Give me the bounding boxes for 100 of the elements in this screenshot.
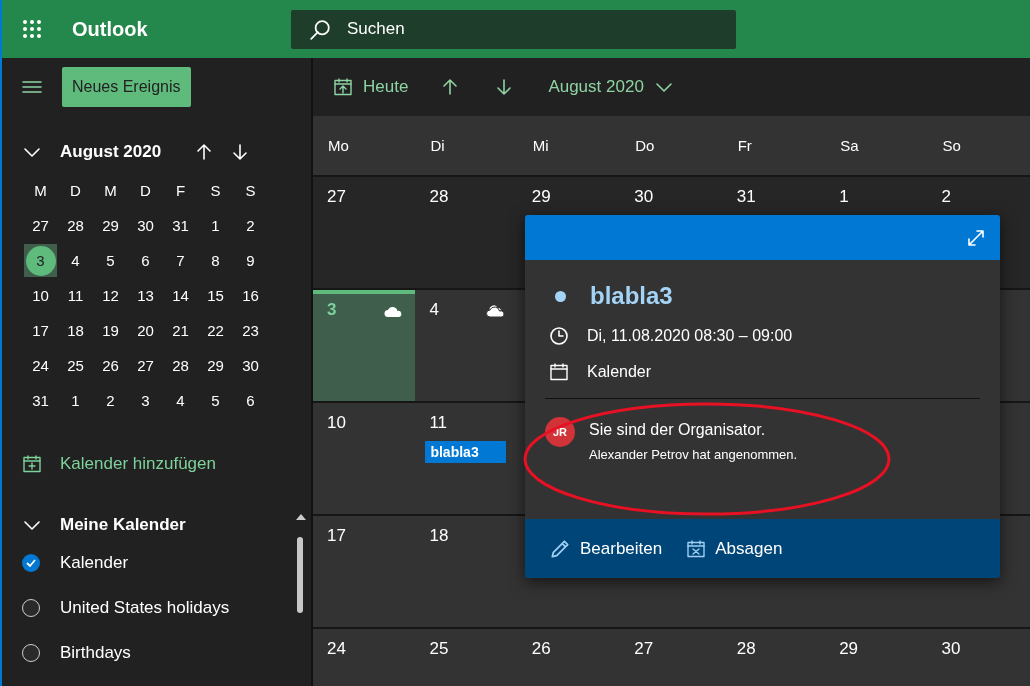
- clock-icon: [549, 326, 569, 346]
- day-cell[interactable]: 28: [415, 177, 518, 288]
- day-cell[interactable]: 4: [58, 243, 93, 278]
- day-cell[interactable]: 22: [198, 313, 233, 348]
- day-cell[interactable]: 28: [722, 629, 826, 686]
- today-button[interactable]: Heute: [325, 71, 417, 103]
- weekday-header: Mo: [313, 116, 416, 175]
- pencil-icon: [549, 537, 571, 560]
- day-cell[interactable]: 27: [23, 208, 58, 243]
- day-cell[interactable]: 9: [233, 243, 268, 278]
- day-cell[interactable]: 11: [58, 278, 93, 313]
- scrollbar-thumb[interactable]: [297, 537, 303, 613]
- day-cell[interactable]: 31: [23, 383, 58, 418]
- weekday-header: Sa: [825, 116, 928, 175]
- day-cell[interactable]: 26: [517, 629, 621, 686]
- event-title: blabla3: [590, 282, 673, 310]
- day-cell[interactable]: 1: [198, 208, 233, 243]
- day-cell[interactable]: 12: [93, 278, 128, 313]
- arrow-down-icon: [230, 142, 250, 162]
- day-cell[interactable]: 24: [313, 629, 416, 686]
- day-cell[interactable]: 5: [198, 383, 233, 418]
- day-cell[interactable]: 30: [128, 208, 163, 243]
- calendar-item[interactable]: Birthdays: [2, 630, 311, 675]
- search-field[interactable]: Suchen: [291, 9, 736, 49]
- day-cell[interactable]: 23: [233, 313, 268, 348]
- day-cell[interactable]: 1: [58, 383, 93, 418]
- day-cell[interactable]: 6: [233, 383, 268, 418]
- day-cell[interactable]: 7: [163, 243, 198, 278]
- day-cell[interactable]: 29: [198, 348, 233, 383]
- calendar-x-icon: [686, 538, 707, 559]
- weekday-header: Fr: [722, 116, 826, 175]
- weekday-header: So: [927, 116, 1030, 175]
- day-cell[interactable]: 3: [128, 383, 163, 418]
- day-cell[interactable]: 30: [233, 348, 268, 383]
- selected-day[interactable]: 3: [24, 244, 57, 277]
- day-cell[interactable]: 30: [927, 629, 1030, 686]
- day-cell[interactable]: 13: [128, 278, 163, 313]
- new-event-button[interactable]: Neues Ereignis: [62, 67, 191, 107]
- day-cell[interactable]: 2: [93, 383, 128, 418]
- day-cell[interactable]: 28: [163, 348, 198, 383]
- day-cell[interactable]: 10: [313, 403, 416, 514]
- add-calendar-link[interactable]: Kalender hinzufügen: [22, 454, 216, 474]
- search-icon: [309, 18, 331, 41]
- day-cell[interactable]: 18: [58, 313, 93, 348]
- day-cell[interactable]: 25: [415, 629, 518, 686]
- day-cell[interactable]: 27: [128, 348, 163, 383]
- day-cell[interactable]: 27: [620, 629, 723, 686]
- weekday-label: D: [69, 181, 82, 201]
- group-title[interactable]: Meine Kalender: [60, 515, 186, 535]
- day-cell[interactable]: 14: [163, 278, 198, 313]
- action-button[interactable]: Absagen: [682, 534, 787, 563]
- day-cell[interactable]: 11 blabla3: [415, 403, 518, 514]
- day-cell[interactable]: 2: [233, 208, 268, 243]
- event-calendar: Kalender: [587, 363, 652, 381]
- day-cell[interactable]: 8: [198, 243, 233, 278]
- calendar-icon: [549, 362, 569, 382]
- day-cell[interactable]: 26: [93, 348, 128, 383]
- weekday-label: M: [33, 181, 48, 201]
- weekday-header: Mi: [517, 116, 621, 175]
- day-cell[interactable]: 5: [93, 243, 128, 278]
- day-cell[interactable]: 27: [313, 177, 416, 288]
- weekday-header: Di: [415, 116, 518, 175]
- day-cell[interactable]: 4: [415, 290, 518, 401]
- app-launcher-icon[interactable]: [22, 19, 42, 39]
- day-cell[interactable]: 20: [128, 313, 163, 348]
- action-button[interactable]: Bearbeiten: [545, 533, 667, 564]
- checkbox[interactable]: [22, 598, 40, 617]
- month-dropdown[interactable]: August 2020: [540, 71, 682, 103]
- weekday-label: D: [139, 181, 152, 201]
- event-dot: [555, 290, 566, 302]
- day-cell[interactable]: 6: [128, 243, 163, 278]
- calendar-plus-icon: [22, 454, 42, 474]
- day-cell[interactable]: 19: [93, 313, 128, 348]
- day-cell[interactable]: 15: [198, 278, 233, 313]
- day-cell[interactable]: 29: [825, 629, 928, 686]
- month-title: August 2020: [60, 142, 163, 162]
- day-cell[interactable]: 25: [58, 348, 93, 383]
- day-cell[interactable]: 29: [93, 208, 128, 243]
- scroll-up-icon[interactable]: [296, 514, 306, 520]
- day-cell[interactable]: 31: [163, 208, 198, 243]
- app-title: Outlook: [72, 17, 149, 41]
- day-cell[interactable]: 16: [233, 278, 268, 313]
- calendar-item[interactable]: United States holidays: [2, 585, 311, 630]
- day-cell[interactable]: 18: [415, 516, 518, 627]
- day-cell[interactable]: 28: [58, 208, 93, 243]
- arrow-up-icon: [194, 142, 214, 162]
- checkbox[interactable]: [22, 553, 40, 572]
- event-time: Di, 11.08.2020 08:30 – 09:00: [587, 327, 793, 345]
- organizer-status: Sie sind der Organisator.: [589, 421, 767, 439]
- day-cell[interactable]: 4: [163, 383, 198, 418]
- day-cell[interactable]: 21: [163, 313, 198, 348]
- event-chip[interactable]: blabla3: [425, 441, 506, 463]
- calendar-item[interactable]: Kalender: [2, 540, 311, 585]
- day-cell[interactable]: 10: [23, 278, 58, 313]
- day-cell[interactable]: 17: [313, 516, 416, 627]
- day-cell[interactable]: 17: [23, 313, 58, 348]
- checkbox[interactable]: [22, 643, 40, 662]
- day-cell[interactable]: 24: [23, 348, 58, 383]
- expand-icon: [966, 227, 986, 248]
- day-cell[interactable]: 3: [313, 290, 416, 401]
